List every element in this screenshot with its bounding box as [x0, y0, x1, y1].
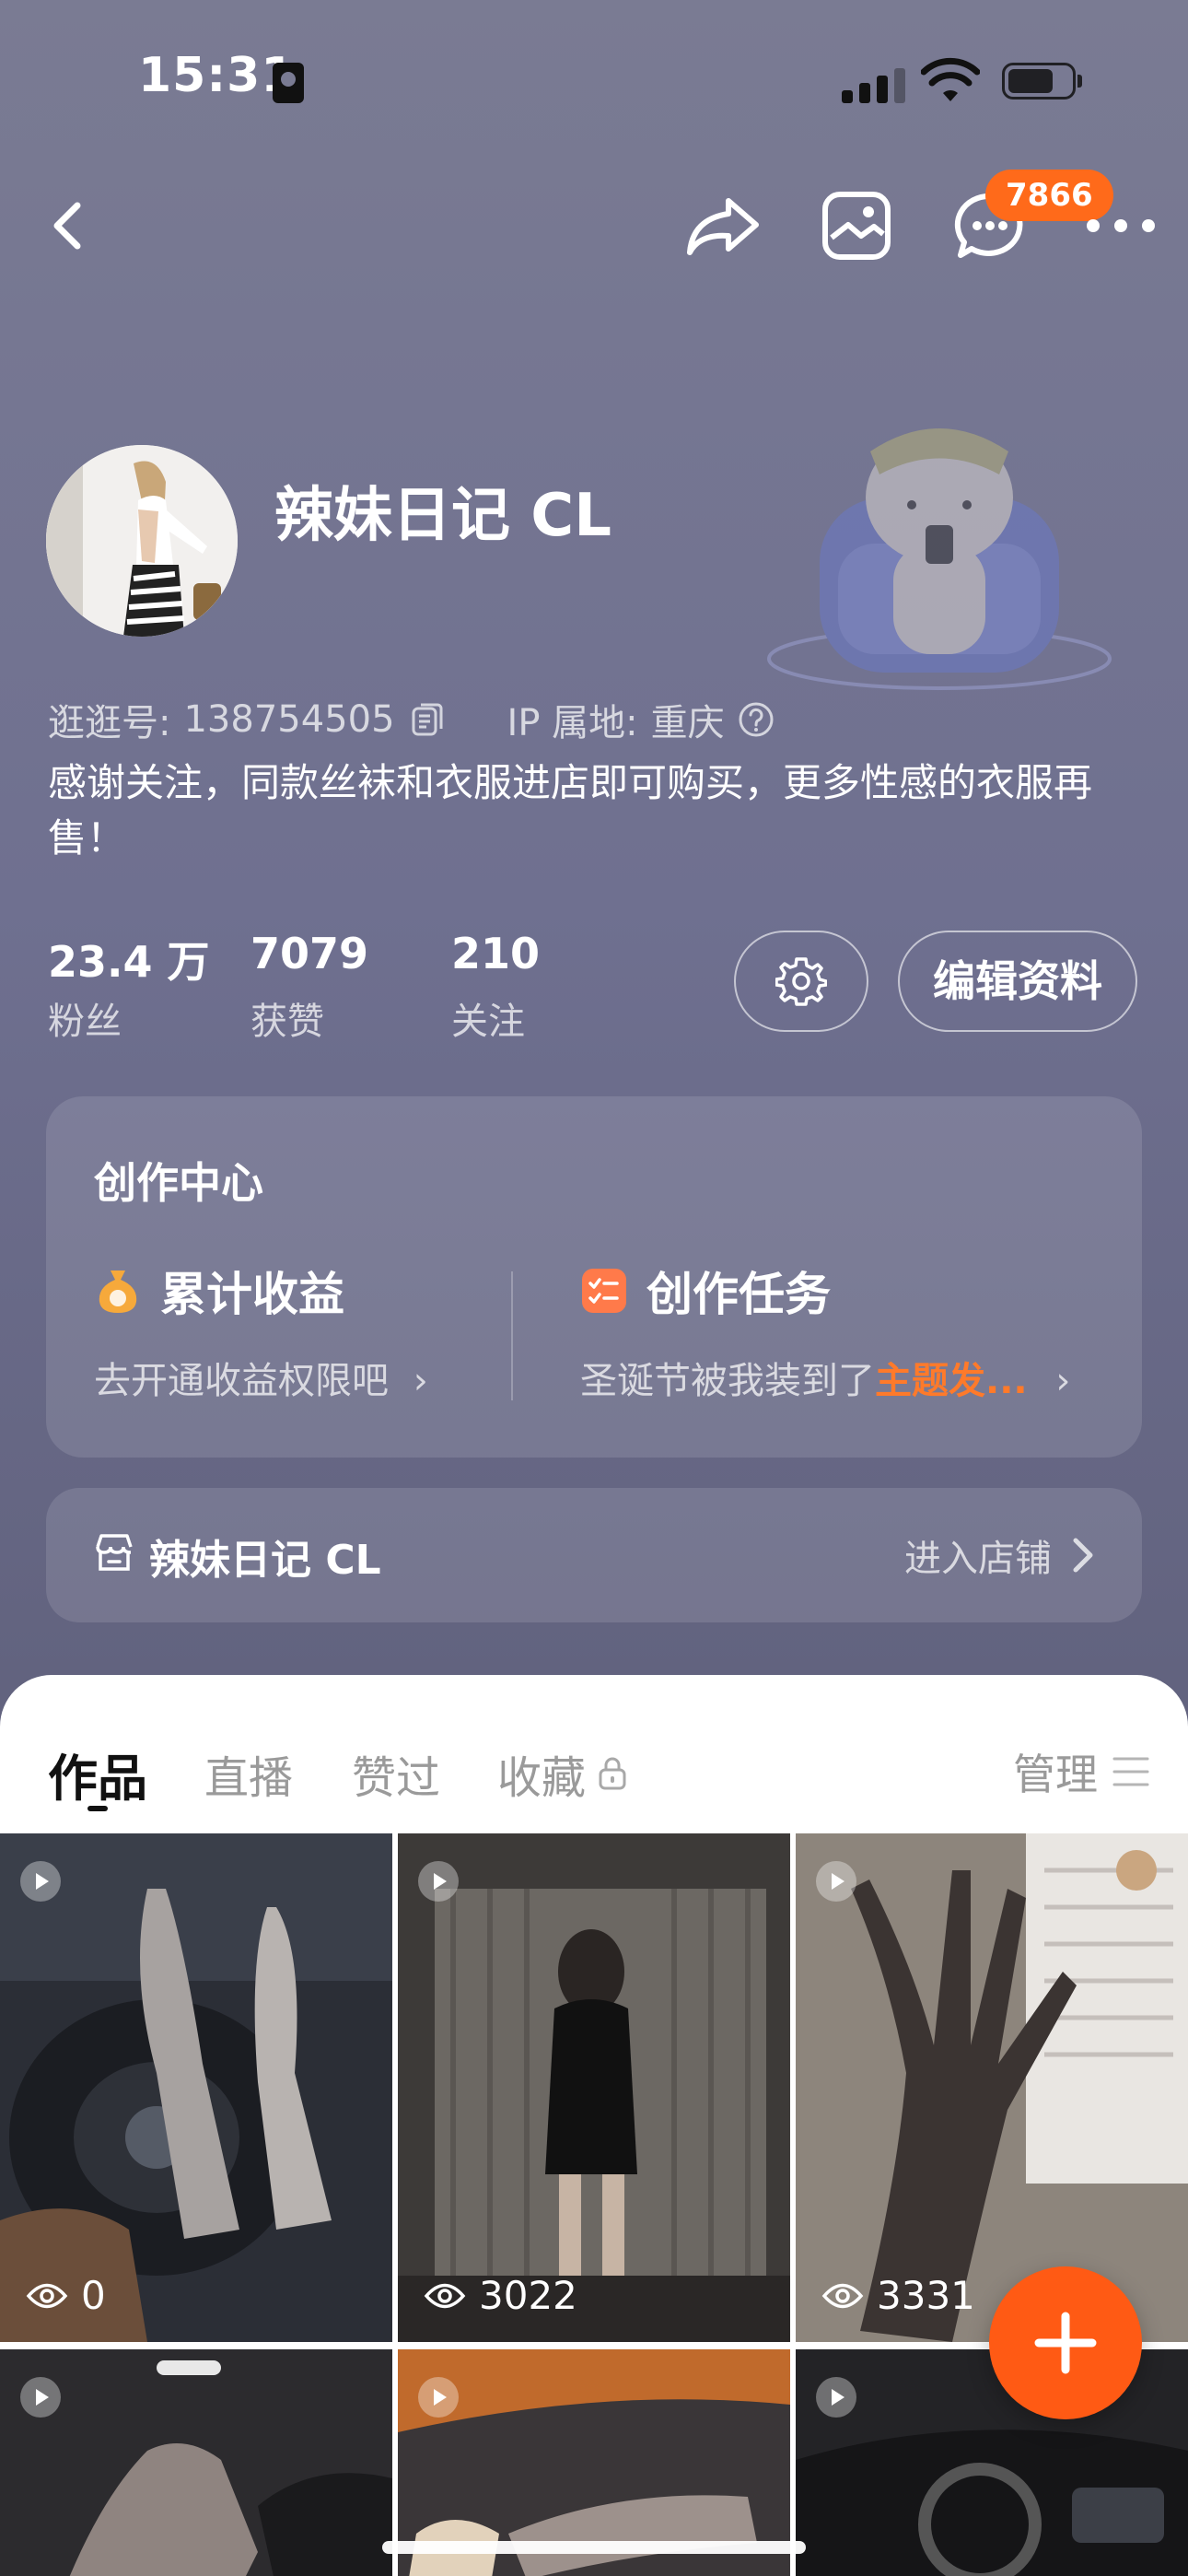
shop-name: 辣妹日记 CL: [149, 1537, 381, 1584]
manage-button[interactable]: 管理: [1013, 1741, 1151, 1802]
shop-entry[interactable]: 辣妹日记 CL 进入店铺: [46, 1488, 1142, 1622]
tab-favorites-label: 收藏: [497, 1752, 587, 1804]
tab-favorites[interactable]: 收藏: [497, 1741, 628, 1806]
eye-icon: [424, 2283, 466, 2308]
help-circle-icon[interactable]: [738, 701, 775, 738]
stat-following[interactable]: 210 关注: [451, 929, 540, 1045]
tab-works[interactable]: 作品: [48, 1738, 147, 1810]
active-tab-indicator: [87, 1806, 108, 1811]
post-thumbnail: [796, 1833, 1188, 2342]
profile-meta: 逛逛号: 138754505 IP 属地: 重庆: [48, 693, 775, 746]
earnings-entry[interactable]: 累计收益: [92, 1258, 344, 1324]
stat-likes-value: 7079: [250, 929, 369, 978]
menu-lines-icon: [1112, 1757, 1149, 1786]
status-bar: 15:31: [0, 0, 1188, 157]
post-tile[interactable]: 3022: [398, 1833, 790, 2342]
eye-icon: [26, 2283, 68, 2308]
stat-following-value: 210: [451, 929, 541, 978]
tasks-subtitle-row[interactable]: 圣诞节被我装到了主题发... ›: [580, 1351, 1070, 1404]
chevron-left-icon: [53, 202, 81, 250]
back-button[interactable]: [26, 184, 109, 267]
play-icon: [816, 2377, 856, 2418]
creation-center-card: 创作中心 累计收益 去开通收益权限吧 › 创作任务 圣诞节被我装到了主题发...: [46, 1096, 1142, 1458]
post-thumbnail: [0, 1833, 392, 2342]
ip-location: 重庆: [650, 702, 725, 744]
task-list-icon: [582, 1269, 626, 1313]
copy-icon[interactable]: [408, 701, 445, 738]
post-views: 0: [26, 2273, 106, 2318]
settings-button[interactable]: [734, 931, 868, 1032]
avatar-image: [46, 445, 238, 637]
contact-card-icon: [273, 63, 304, 103]
play-icon: [20, 1861, 61, 1902]
chevron-right-icon: ›: [1055, 1360, 1071, 1402]
tasks-subtitle-prefix: 圣诞节被我装到了: [580, 1360, 875, 1402]
account-id: 138754505: [183, 698, 395, 741]
manage-label: 管理: [1013, 1750, 1098, 1799]
play-icon: [418, 1861, 459, 1902]
post-views-count: 0: [81, 2273, 106, 2318]
profile-screen: 15:31 7866 辣妹日记 CL 逛逛号: 138754505 IP 属地:…: [0, 0, 1188, 2576]
tasks-entry[interactable]: 创作任务: [578, 1258, 831, 1324]
eye-icon: [821, 2283, 864, 2308]
plus-icon: [1034, 2312, 1097, 2374]
stat-followers-value: 23.4 万: [48, 937, 210, 987]
play-icon: [418, 2377, 459, 2418]
stat-followers-label: 粉丝: [48, 1001, 122, 1043]
earnings-title: 累计收益: [160, 1268, 344, 1321]
store-icon: [96, 1534, 133, 1571]
ip-label: IP 属地:: [507, 702, 638, 744]
post-views: 3022: [424, 2273, 577, 2318]
stat-likes-label: 获赞: [250, 1001, 324, 1043]
avatar[interactable]: [46, 445, 238, 637]
post-views-count: 3331: [877, 2273, 975, 2318]
tasks-title: 创作任务: [646, 1268, 831, 1321]
mascot-decoration-icon: [767, 428, 1112, 690]
stat-followers[interactable]: 23.4 万 粉丝: [48, 929, 210, 1045]
chevron-right-icon: ›: [413, 1360, 428, 1402]
post-thumbnail: [398, 1833, 790, 2342]
post-thumbnail: [0, 2349, 392, 2576]
wifi-icon: [921, 57, 980, 101]
earnings-subtitle: 去开通收益权限吧: [94, 1360, 389, 1402]
play-icon: [20, 2377, 61, 2418]
share-arrow-icon: [687, 198, 759, 255]
post-tile[interactable]: 0: [0, 1833, 392, 2342]
play-icon: [816, 1861, 856, 1902]
money-bag-icon: [99, 1270, 137, 1313]
lock-icon: [599, 1757, 626, 1790]
post-tile[interactable]: [0, 2349, 392, 2576]
battery-icon: [1002, 63, 1082, 100]
more-dots-icon: [1087, 219, 1155, 232]
profile-bio: 感谢关注，同款丝袜和衣服进店即可购买，更多性感的衣服再售！: [48, 760, 1093, 861]
tasks-subtitle-highlight: 主题发...: [875, 1360, 1028, 1402]
post-tile[interactable]: 3331: [796, 1833, 1188, 2342]
enter-shop-label: 进入店铺: [904, 1538, 1052, 1580]
share-button[interactable]: [681, 184, 764, 267]
edit-profile-button[interactable]: 编辑资料: [898, 931, 1137, 1032]
profile-nickname: 辣妹日记 CL: [274, 482, 612, 550]
stat-likes[interactable]: 7079 获赞: [250, 929, 368, 1045]
card-divider: [511, 1271, 513, 1400]
post-views-count: 3022: [479, 2273, 577, 2318]
post-views: 3331: [821, 2273, 975, 2318]
more-button[interactable]: [1079, 184, 1162, 267]
home-indicator: [382, 2541, 806, 2554]
gear-icon: [775, 957, 827, 1006]
earnings-subtitle-row[interactable]: 去开通收益权限吧 ›: [94, 1351, 428, 1404]
tab-liked[interactable]: 赞过: [352, 1741, 440, 1806]
create-post-button[interactable]: [989, 2266, 1142, 2419]
tab-live[interactable]: 直播: [204, 1741, 293, 1806]
enter-shop-link[interactable]: 进入店铺: [904, 1528, 1096, 1582]
cellular-signal-icon: [842, 64, 906, 103]
status-time: 15:31: [138, 48, 296, 103]
stat-following-label: 关注: [451, 1001, 525, 1043]
creation-center-title: 创作中心: [94, 1158, 263, 1208]
account-label: 逛逛号:: [48, 702, 171, 744]
chevron-right-icon: [1073, 1538, 1093, 1573]
background-image-button[interactable]: [815, 184, 898, 267]
image-icon: [822, 192, 891, 260]
